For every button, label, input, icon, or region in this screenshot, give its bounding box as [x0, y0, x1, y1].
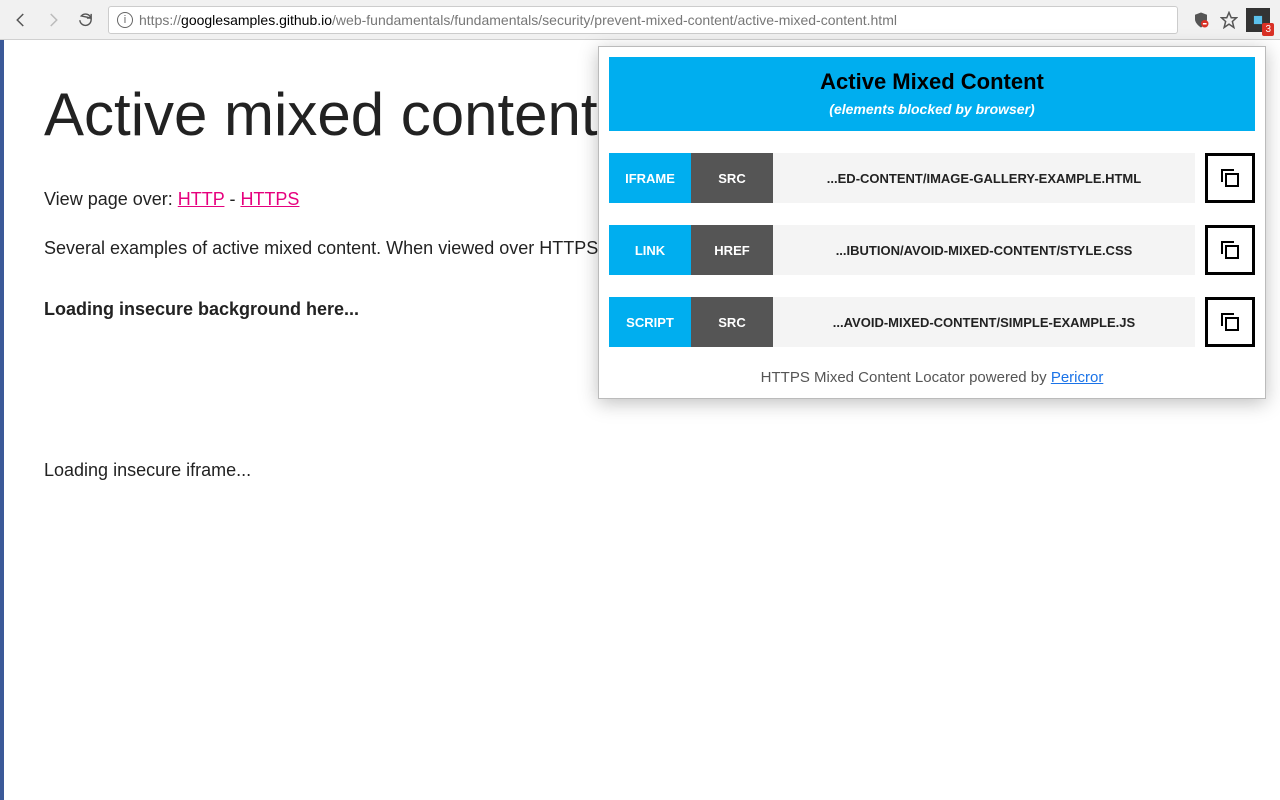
- copy-button[interactable]: [1205, 153, 1255, 203]
- forward-button[interactable]: [38, 5, 68, 35]
- extension-popup: Active Mixed Content (elements blocked b…: [598, 46, 1266, 399]
- bookmark-star-icon[interactable]: [1218, 9, 1240, 31]
- attr-label: HREF: [691, 225, 773, 275]
- copy-button[interactable]: [1205, 297, 1255, 347]
- url-label: ...IBUTION/AVOID-MIXED-CONTENT/STYLE.CSS: [773, 225, 1195, 275]
- shield-blocked-icon[interactable]: [1190, 9, 1212, 31]
- url-label: ...AVOID-MIXED-CONTENT/SIMPLE-EXAMPLE.JS: [773, 297, 1195, 347]
- reload-button[interactable]: [70, 5, 100, 35]
- tag-label: IFRAME: [609, 153, 691, 203]
- http-link[interactable]: HTTP: [178, 189, 225, 209]
- site-info-icon[interactable]: i: [117, 12, 133, 28]
- url-label: ...ED-CONTENT/IMAGE-GALLERY-EXAMPLE.HTML: [773, 153, 1195, 203]
- popup-subtitle: (elements blocked by browser): [619, 101, 1245, 117]
- copy-button[interactable]: [1205, 225, 1255, 275]
- popup-title: Active Mixed Content: [619, 69, 1245, 95]
- attr-label: SRC: [691, 153, 773, 203]
- popup-header: Active Mixed Content (elements blocked b…: [609, 57, 1255, 131]
- result-row: LINK HREF ...IBUTION/AVOID-MIXED-CONTENT…: [609, 225, 1255, 275]
- browser-toolbar: i https://googlesamples.github.io/web-fu…: [0, 0, 1280, 40]
- result-row: SCRIPT SRC ...AVOID-MIXED-CONTENT/SIMPLE…: [609, 297, 1255, 347]
- extension-badge: 3: [1262, 23, 1274, 36]
- insecure-iframe-text: Loading insecure iframe...: [44, 460, 1240, 481]
- tag-label: LINK: [609, 225, 691, 275]
- result-row: IFRAME SRC ...ED-CONTENT/IMAGE-GALLERY-E…: [609, 153, 1255, 203]
- tag-label: SCRIPT: [609, 297, 691, 347]
- back-button[interactable]: [6, 5, 36, 35]
- url-text: https://googlesamples.github.io/web-fund…: [139, 12, 897, 28]
- attr-label: SRC: [691, 297, 773, 347]
- pericror-link[interactable]: Pericror: [1051, 369, 1104, 386]
- popup-footer: HTTPS Mixed Content Locator powered by P…: [609, 369, 1255, 386]
- address-bar[interactable]: i https://googlesamples.github.io/web-fu…: [108, 6, 1178, 34]
- extension-button[interactable]: 3: [1246, 8, 1270, 32]
- https-link[interactable]: HTTPS: [240, 189, 299, 209]
